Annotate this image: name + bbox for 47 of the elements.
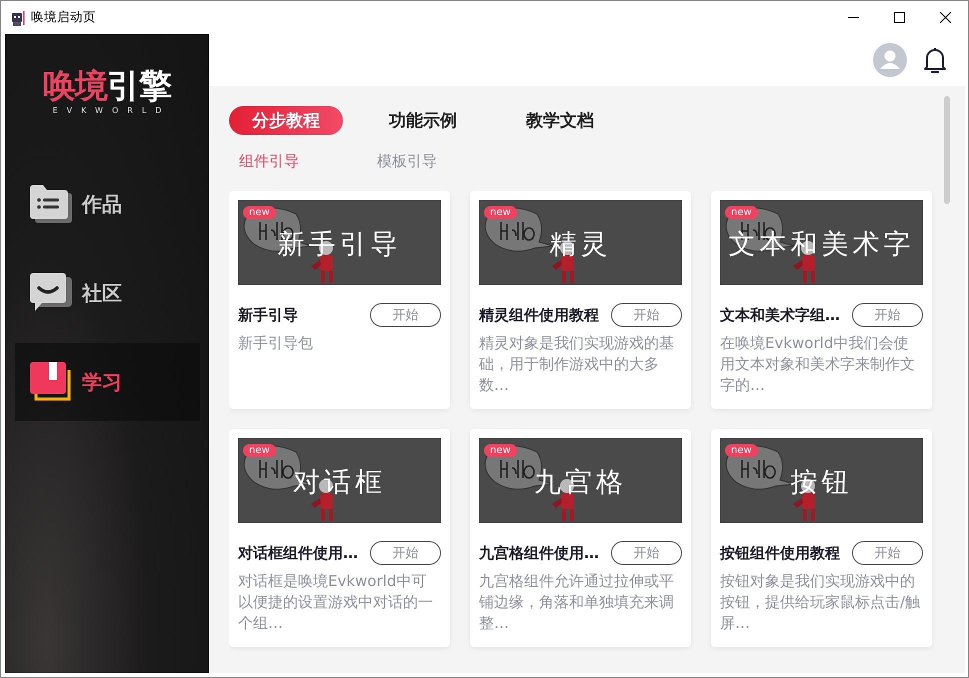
sidebar-item[interactable]: 学习 [15,343,200,421]
tab[interactable]: 分步教程 [229,106,343,135]
tutorial-card[interactable]: new 按钮 按钮组件使用教程 开始 按钮对象是我们实现游戏中的按钮，提供给玩家鼠标点击/触屏… [711,429,932,647]
card-title: 精灵组件使用教程 [479,306,599,324]
bell-icon[interactable] [923,46,947,74]
chat-bubble-icon [30,273,72,313]
new-badge: new [725,444,758,457]
card-description: 按钮对象是我们实现游戏中的按钮，提供给玩家鼠标点击/触屏… [720,571,922,634]
cover-title: 文本和美术字 [728,228,916,262]
new-badge: new [484,206,517,219]
logo-subtitle: EVKWORLD [52,106,170,115]
sidebar-item[interactable]: 作品 [15,165,200,243]
cover-title: 对话框 [292,466,387,500]
card-description: 新手引导包 [238,333,314,354]
card-description: 精灵对象是我们实现游戏的基础，用于制作游戏中的大多数… [479,333,675,396]
cover-title: 新手引导 [276,228,402,262]
tutorial-card[interactable]: new 对话框 对话框组件使用… 开始 对话框是唤境Evkworld中可以便捷的设置游戏中对话的一个组… [229,429,450,647]
tutorial-card[interactable]: new 精灵 精灵组件使用教程 开始 精灵对象是我们实现游戏的基础，用于制作游戏中的大多数… [470,191,691,409]
card-title: 按钮组件使用教程 [720,544,840,562]
tab[interactable]: 教学文档 [503,106,617,135]
app-icon [11,10,25,26]
card-description: 九宫格组件允许通过拉伸或平铺边缘，角落和单独填充来调整… [479,571,675,634]
tutorial-card[interactable]: new 文本和美术字 文本和美术字组… 开始 在唤境Evkworld中我们会使用文本对象和美术字来制作文字的… [711,191,932,409]
new-badge: new [725,206,758,219]
window-title: 唤境启动页 [31,9,97,26]
tutorial-card[interactable]: new 九宫格 九宫格组件使用… 开始 九宫格组件允许通过拉伸或平铺边缘，角落和单独填充来调整… [470,429,691,647]
card-title: 九宫格组件使用… [479,544,599,562]
cover-title: 按钮 [790,466,854,500]
card-title: 对话框组件使用… [238,544,358,562]
card-description: 在唤境Evkworld中我们会使用文本对象和美术字来制作文字的… [720,333,916,396]
book-icon [30,362,72,402]
scrollbar-thumb[interactable] [944,96,950,204]
new-badge: new [243,444,276,457]
folder-list-icon [30,185,72,223]
logo-wordmark: 唤境引擎 [43,68,171,104]
new-badge: new [243,206,276,219]
card-title: 文本和美术字组… [720,306,840,324]
cover-title: 九宫格 [533,466,628,500]
tab[interactable]: 功能示例 [366,106,480,135]
cover-title: 精灵 [548,228,612,262]
close-icon [940,12,950,23]
card-description: 对话框是唤境Evkworld中可以便捷的设置游戏中对话的一个组… [238,571,434,634]
new-badge: new [484,444,517,457]
card-title: 新手引导 [238,306,298,324]
tutorial-card[interactable]: new 新手引导 新手引导 开始 新手引导包 [229,191,450,409]
maximize-icon [894,12,904,23]
sidebar-item[interactable]: 社区 [15,254,200,332]
